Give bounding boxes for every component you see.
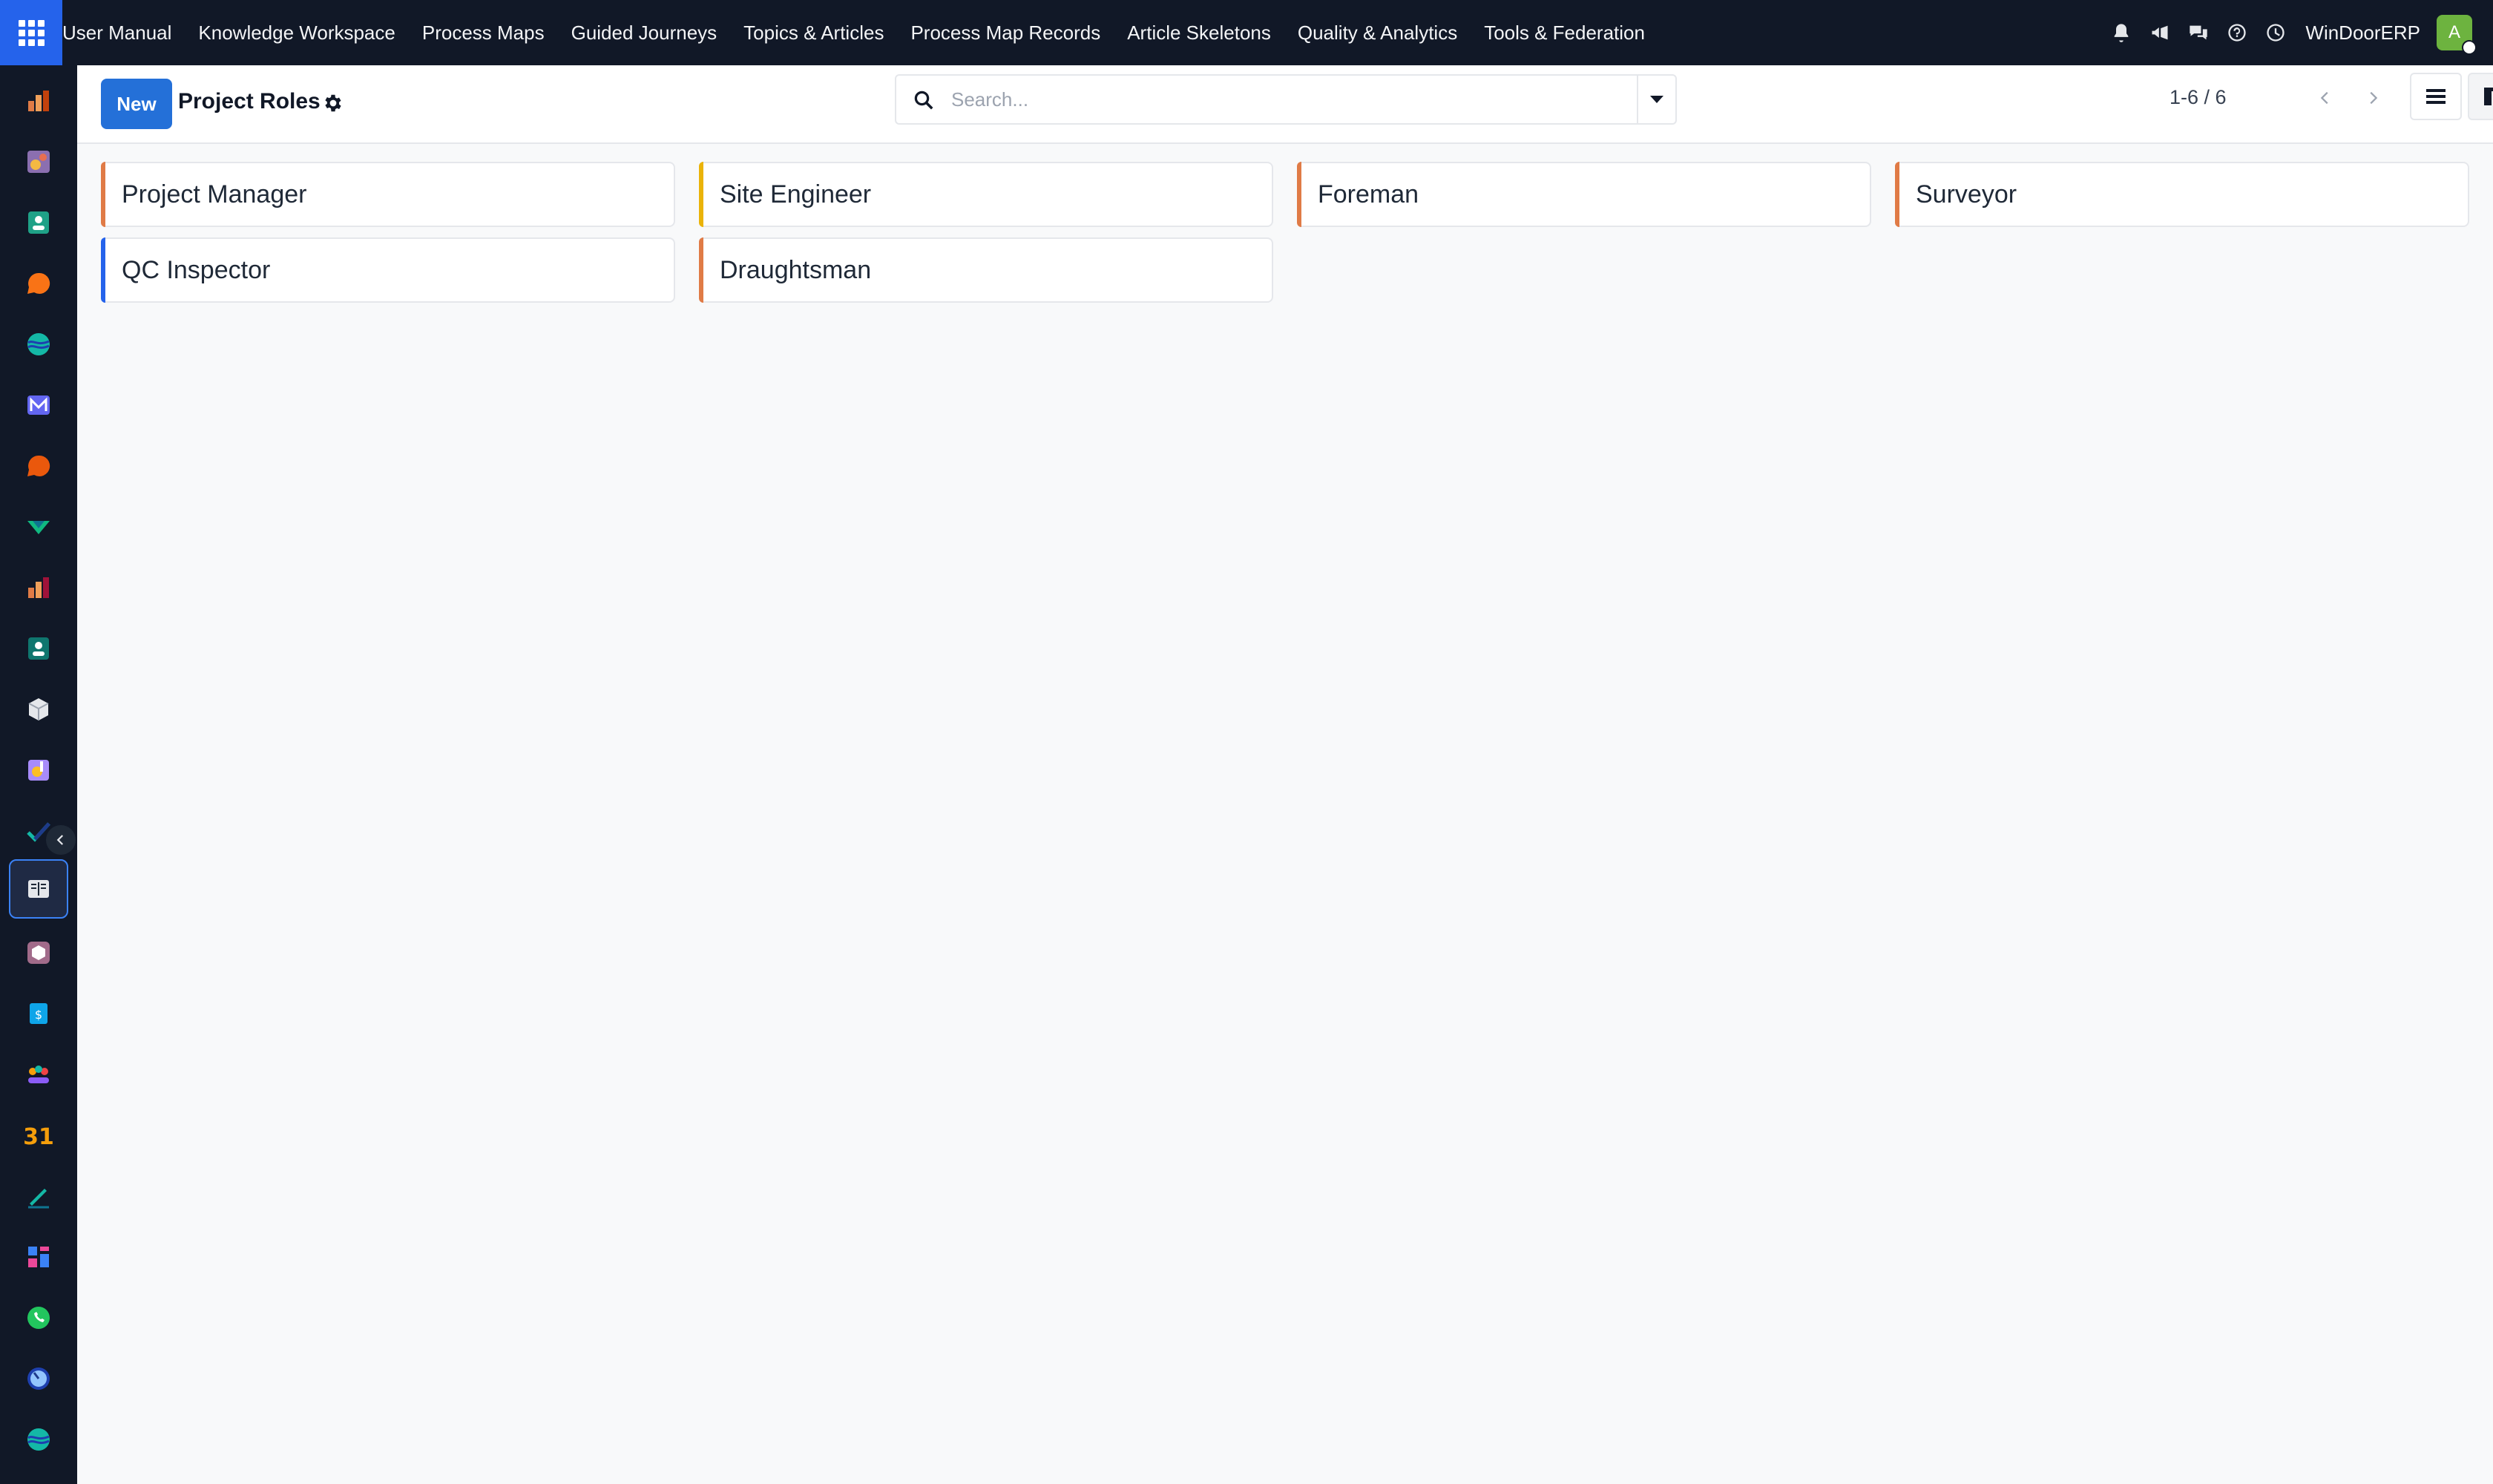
web-icon[interactable] (18, 324, 59, 365)
list-icon (2426, 89, 2446, 104)
mail-icon[interactable] (18, 384, 59, 426)
list-view-button[interactable] (2410, 73, 2462, 120)
control-panel: New Project Roles 1-6 / 6 (77, 65, 2493, 144)
kanban-card[interactable]: QC Inspector (101, 237, 675, 303)
sign-icon[interactable] (18, 1175, 59, 1217)
sales-icon[interactable] (18, 567, 59, 608)
megaphone-icon[interactable] (2142, 15, 2178, 50)
color-bar (1297, 162, 1301, 227)
employees-icon[interactable] (18, 628, 59, 669)
menu-item-article-skeletons[interactable]: Article Skeletons (1114, 0, 1284, 65)
color-bar (101, 237, 105, 303)
pager-value[interactable]: 1-6 / 6 (2170, 86, 2227, 109)
new-button[interactable]: New (101, 79, 172, 129)
pager-next-button[interactable] (2351, 74, 2395, 122)
kanban-icon (2484, 88, 2493, 105)
search-options-toggle[interactable] (1637, 76, 1675, 123)
caret-down-icon (1650, 96, 1663, 103)
kanban-card[interactable]: Foreman (1297, 162, 1871, 227)
chevron-left-icon (2320, 91, 2328, 105)
gear-icon[interactable] (322, 92, 344, 114)
apps-sidebar: $ 31 (0, 65, 77, 1484)
contacts-icon[interactable] (18, 202, 59, 243)
dashboards-icon[interactable] (18, 1236, 59, 1278)
card-title: Draughtsman (720, 255, 872, 284)
card-title: Project Manager (122, 180, 307, 209)
website-icon[interactable] (18, 1419, 59, 1460)
product-icon[interactable] (18, 932, 59, 974)
card-title: Surveyor (1916, 180, 2017, 209)
kanban-view-button[interactable] (2468, 73, 2493, 120)
inventory-icon[interactable] (18, 506, 59, 548)
svg-text:31: 31 (24, 1124, 53, 1149)
kanban-card[interactable]: Site Engineer (699, 162, 1273, 227)
systray: WinDoorERP A (2102, 0, 2493, 65)
card-title: QC Inspector (122, 255, 271, 284)
menu-item-guided-journeys[interactable]: Guided Journeys (558, 0, 731, 65)
app-switcher-button[interactable] (0, 0, 62, 65)
menu-item-knowledge-workspace[interactable]: Knowledge Workspace (185, 0, 408, 65)
calendar-icon[interactable]: 31 (18, 1114, 59, 1156)
livechat-icon[interactable] (18, 445, 59, 487)
search-icon (914, 91, 933, 110)
bell-icon[interactable] (2103, 15, 2139, 50)
packages-icon[interactable] (18, 689, 59, 730)
top-navbar: User Manual Knowledge Workspace Process … (0, 0, 2493, 65)
color-bar (101, 162, 105, 227)
card-title: Site Engineer (720, 180, 872, 209)
main-menu: User Manual Knowledge Workspace Process … (62, 0, 1658, 65)
clock-icon[interactable] (2258, 15, 2293, 50)
color-bar (699, 162, 703, 227)
menu-item-quality-analytics[interactable]: Quality & Analytics (1284, 0, 1471, 65)
status-dot (2462, 40, 2477, 55)
search-input[interactable] (951, 85, 1604, 114)
whatsapp-icon[interactable] (18, 1297, 59, 1339)
menu-item-process-map-records[interactable]: Process Map Records (897, 0, 1114, 65)
menu-item-user-manual[interactable]: User Manual (62, 0, 185, 65)
avatar[interactable]: A (2437, 15, 2477, 55)
invoicing-icon[interactable] (18, 80, 59, 122)
help-icon[interactable] (2219, 15, 2255, 50)
settings-icon[interactable] (18, 749, 59, 791)
menu-item-tools-federation[interactable]: Tools & Federation (1471, 0, 1658, 65)
team-icon[interactable] (18, 1054, 59, 1095)
search-bar (895, 74, 1677, 125)
color-bar (699, 237, 703, 303)
chevron-right-icon (2370, 91, 2378, 105)
grid-icon (18, 19, 45, 46)
svg-text:$: $ (35, 1008, 42, 1022)
page-title: Project Roles (178, 89, 321, 114)
discuss-icon[interactable] (18, 263, 59, 304)
color-bar (1895, 162, 1899, 227)
menu-item-process-maps[interactable]: Process Maps (409, 0, 558, 65)
kanban-card[interactable]: Draughtsman (699, 237, 1273, 303)
timer-icon[interactable] (18, 1358, 59, 1399)
knowledge-icon[interactable] (9, 859, 68, 919)
chat-icon[interactable] (2181, 15, 2216, 50)
card-title: Foreman (1318, 180, 1419, 209)
kanban-card[interactable]: Project Manager (101, 162, 675, 227)
company-name[interactable]: WinDoorERP (2305, 22, 2420, 45)
expenses-icon[interactable]: $ (18, 993, 59, 1034)
menu-item-topics-articles[interactable]: Topics & Articles (730, 0, 897, 65)
kanban-card[interactable]: Surveyor (1895, 162, 2469, 227)
accounting-icon[interactable] (18, 141, 59, 183)
pager-previous-button[interactable] (2303, 74, 2348, 122)
project-icon[interactable] (18, 810, 59, 852)
avatar-initial: A (2448, 22, 2460, 42)
